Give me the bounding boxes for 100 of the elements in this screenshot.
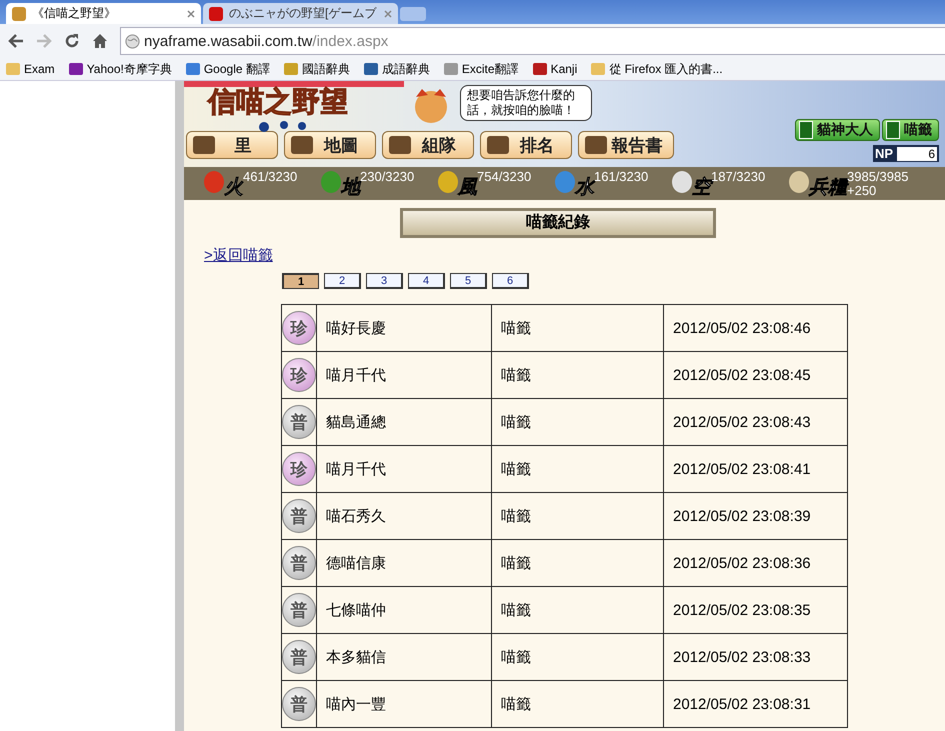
np-label: NP	[874, 146, 893, 161]
draw-time: 2012/05/02 23:08:41	[673, 460, 811, 478]
bookmark-icon	[444, 63, 458, 75]
rarity-badge: 普	[282, 593, 316, 627]
resource-label: 地	[341, 176, 360, 200]
np-value: 6	[897, 146, 937, 160]
menu-button[interactable]: 貓神大人	[795, 119, 880, 141]
nav-icon	[291, 136, 313, 154]
nav-button[interactable]: 組隊	[382, 131, 474, 159]
draw-type: 喵籤	[501, 602, 531, 618]
element-icon	[438, 170, 458, 192]
draw-time: 2012/05/02 23:08:45	[673, 366, 811, 384]
draw-type: 喵籤	[501, 320, 531, 336]
back-link[interactable]: >返回喵籤	[204, 246, 273, 265]
rarity-badge: 珍	[282, 452, 316, 486]
resource-value: 754/3230	[477, 170, 532, 184]
bookmark[interactable]: Excite翻譯	[444, 60, 519, 78]
resource-label: 兵糧	[809, 176, 847, 200]
nav-icon	[487, 136, 509, 154]
bookmark[interactable]: 從 Firefox 匯入的書...	[591, 60, 723, 78]
bookmark[interactable]: Kanji	[532, 62, 578, 76]
draw-type: 喵籤	[501, 554, 531, 572]
bookmark[interactable]: Yahoo!奇摩字典	[68, 60, 172, 78]
nav-button[interactable]: 地圖	[284, 131, 376, 159]
resource-value: 461/3230	[243, 170, 298, 184]
resource-label: 空	[692, 174, 711, 200]
page-button[interactable]: 6	[492, 273, 529, 289]
draw-time: 2012/05/02 23:08:39	[673, 508, 811, 524]
card-name: 德喵信康	[326, 554, 386, 572]
globe-icon	[125, 34, 140, 48]
page-button[interactable]: 3	[366, 273, 403, 289]
card-name: 喵石秀久	[326, 508, 386, 524]
game-logo: 信喵之野望	[208, 85, 348, 119]
address-field[interactable]: nyaframe.wasabii.com.tw/index.aspx	[120, 27, 945, 55]
card-name: 喵內一豐	[326, 696, 386, 712]
card-icon	[799, 121, 813, 139]
nav-button[interactable]: 排名	[480, 131, 572, 159]
nav-icon	[585, 136, 607, 154]
draw-time: 2012/05/02 23:08:46	[673, 320, 811, 336]
rarity-badge: 普	[282, 405, 316, 439]
close-icon[interactable]	[187, 10, 195, 18]
browser-tab[interactable]: 《信喵之野望》	[6, 3, 201, 24]
favicon-icon	[209, 6, 223, 20]
close-icon[interactable]	[384, 10, 392, 18]
reload-icon[interactable]	[64, 33, 80, 49]
card-name: 貓島通總	[326, 414, 386, 430]
bookmark[interactable]: 國語辭典	[284, 60, 350, 78]
resource-label: 風	[458, 176, 477, 200]
bookmark-icon	[284, 63, 298, 75]
nav-button[interactable]: 里	[186, 131, 278, 159]
resource-value: 230/3230	[360, 170, 414, 184]
card-icon	[886, 121, 900, 139]
draw-time: 2012/05/02 23:08:33	[673, 648, 811, 666]
draw-time: 2012/05/02 23:08:43	[673, 414, 811, 430]
resource-value: 161/3230	[594, 170, 648, 184]
bookmark-icon	[364, 63, 378, 75]
page-button[interactable]: 1	[282, 273, 319, 289]
page-button[interactable]: 5	[450, 273, 487, 289]
draw-type: 喵籤	[501, 508, 531, 524]
draw-type: 喵籤	[501, 648, 531, 666]
element-icon	[321, 170, 341, 192]
speech-bubble: 想要咱告訴您什麼的話，就按咱的臉喵！	[460, 85, 592, 121]
bookmark[interactable]: Exam	[6, 62, 55, 76]
element-icon	[672, 170, 692, 192]
rarity-badge: 普	[282, 640, 316, 674]
card-name: 七條喵仲	[326, 602, 386, 618]
element-icon	[789, 170, 809, 192]
nav-icon	[389, 136, 411, 154]
draw-time: 2012/05/02 23:08:31	[673, 696, 811, 712]
draw-time: 2012/05/02 23:08:35	[673, 602, 811, 618]
draw-type: 喵籤	[501, 366, 531, 384]
rarity-badge: 普	[282, 546, 316, 580]
bookmark-icon	[6, 63, 20, 75]
menu-button[interactable]: 喵籤	[882, 119, 939, 141]
bookmark-icon	[532, 63, 547, 75]
rarity-badge: 普	[282, 499, 316, 533]
draw-type: 喵籤	[501, 414, 531, 430]
nav-button[interactable]: 報告書	[578, 131, 674, 159]
home-icon[interactable]	[92, 33, 108, 49]
element-icon	[555, 170, 575, 192]
resource-label: 水	[575, 176, 594, 200]
page-button[interactable]: 4	[408, 273, 445, 289]
rarity-badge: 珍	[282, 358, 316, 392]
element-icon	[204, 170, 224, 192]
bookmark-icon	[591, 63, 606, 75]
draw-type: 喵籤	[501, 696, 531, 712]
bookmark[interactable]: Google 翻譯	[186, 60, 270, 78]
card-name: 喵月千代	[326, 366, 386, 384]
rarity-badge: 普	[282, 687, 316, 721]
resource-label: 火	[224, 176, 243, 200]
card-name: 喵好長慶	[326, 320, 386, 336]
page-button[interactable]: 2	[324, 273, 361, 289]
back-icon[interactable]	[8, 34, 24, 48]
bookmark-icon	[186, 63, 200, 75]
section-title: 喵籤紀錄	[400, 208, 716, 238]
favicon-icon	[12, 6, 26, 20]
browser-tab[interactable]: のぶニャがの野望[ゲームブ	[203, 3, 398, 24]
draw-time: 2012/05/02 23:08:36	[673, 554, 811, 572]
bookmark[interactable]: 成語辭典	[364, 60, 430, 78]
draw-type: 喵籤	[501, 460, 531, 478]
